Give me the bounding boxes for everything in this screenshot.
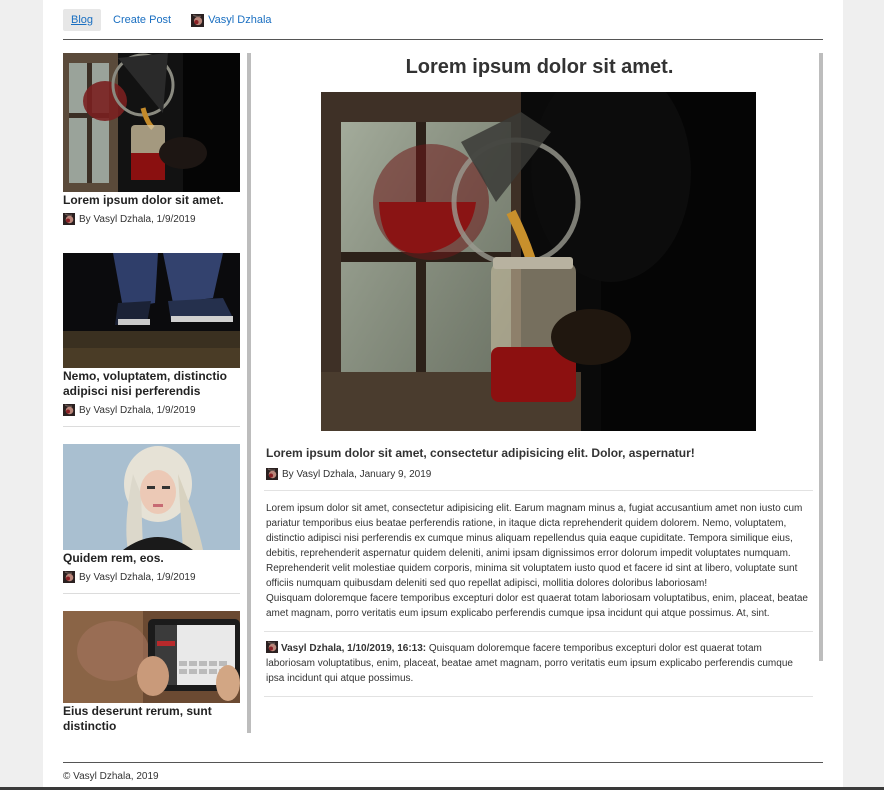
article-byline: By Vasyl Dzhala, January 9, 2019	[282, 468, 432, 480]
post-card-meta: By Vasyl Dzhala, 1/9/2019	[63, 404, 240, 416]
author-avatar-icon	[63, 571, 75, 583]
post-card-byline: By Vasyl Dzhala, 1/9/2019	[79, 404, 196, 416]
article-body: Lorem ipsum dolor sit amet, consectetur …	[266, 501, 811, 621]
comments-divider	[264, 631, 813, 632]
comment-author: Vasyl Dzhala, 1/10/2019, 16:13:	[281, 643, 427, 654]
nav-user-name: Vasyl Dzhala	[208, 14, 272, 26]
post-card-title[interactable]: Lorem ipsum dolor sit amet.	[63, 193, 240, 208]
card-divider	[63, 593, 240, 594]
article-paragraph: Lorem ipsum dolor sit amet, consectetur …	[266, 503, 803, 559]
article-divider	[264, 490, 813, 491]
article-lead: Lorem ipsum dolor sit amet, consectetur …	[266, 446, 695, 460]
post-card[interactable]: Eius deserunt rerum, sunt distinctio	[63, 611, 240, 734]
article-paragraph: Reprehenderit velit molestiae quidem cor…	[266, 563, 798, 589]
pouring-tea-thumbnail[interactable]	[63, 53, 240, 192]
article-title: Lorem ipsum dolor sit amet.	[405, 56, 674, 78]
post-card-meta: By Vasyl Dzhala, 1/9/2019	[63, 571, 240, 583]
tablet-thumbnail[interactable]	[63, 611, 240, 703]
author-avatar-icon	[266, 468, 278, 480]
post-list[interactable]: Lorem ipsum dolor sit amet. By Vasyl Dzh…	[63, 53, 240, 747]
article-hero-image	[321, 92, 756, 431]
sneakers-thumbnail[interactable]	[63, 253, 240, 368]
nav-create-post-link[interactable]: Create Post	[105, 9, 179, 31]
commenter-avatar-icon	[266, 641, 278, 653]
author-avatar-icon	[63, 404, 75, 416]
article-meta: By Vasyl Dzhala, January 9, 2019	[266, 468, 823, 480]
card-divider	[63, 426, 240, 427]
post-card-title[interactable]: Nemo, voluptatem, distinctio adipisci ni…	[63, 369, 240, 399]
article: Lorem ipsum dolor sit amet. Lorem ipsum …	[256, 53, 823, 747]
sidebar-scrollbar[interactable]	[247, 53, 251, 733]
blonde-woman-thumbnail[interactable]	[63, 444, 240, 550]
nav-blog-link[interactable]: Blog	[63, 9, 102, 31]
post-card-title[interactable]: Eius deserunt rerum, sunt distinctio	[63, 704, 240, 734]
post-card[interactable]: Nemo, voluptatem, distinctio adipisci ni…	[63, 253, 240, 427]
comment: Vasyl Dzhala, 1/10/2019, 16:13: Quisquam…	[266, 641, 811, 686]
header-divider	[63, 39, 823, 40]
article-scrollbar[interactable]	[819, 53, 823, 661]
user-avatar-icon	[191, 14, 204, 27]
card-divider	[63, 235, 240, 236]
page-container: Blog Create Post Vasyl Dzhala Lorem ipsu…	[43, 0, 843, 790]
post-card-meta: By Vasyl Dzhala, 1/9/2019	[63, 213, 240, 225]
footer-copyright: © Vasyl Dzhala, 2019	[63, 771, 159, 782]
post-card-title[interactable]: Quidem rem, eos.	[63, 551, 240, 566]
post-card[interactable]: Lorem ipsum dolor sit amet. By Vasyl Dzh…	[63, 53, 240, 236]
author-avatar-icon	[63, 213, 75, 225]
footer-divider	[63, 762, 823, 763]
nav-user-link[interactable]: Vasyl Dzhala	[183, 9, 279, 32]
post-card-byline: By Vasyl Dzhala, 1/9/2019	[79, 571, 196, 583]
post-card-byline: By Vasyl Dzhala, 1/9/2019	[79, 213, 196, 225]
article-paragraph: Quisquam doloremque facere temporibus ex…	[266, 593, 808, 619]
post-card[interactable]: Quidem rem, eos. By Vasyl Dzhala, 1/9/20…	[63, 444, 240, 594]
comment-divider	[264, 696, 813, 697]
top-nav: Blog Create Post Vasyl Dzhala	[63, 8, 284, 32]
